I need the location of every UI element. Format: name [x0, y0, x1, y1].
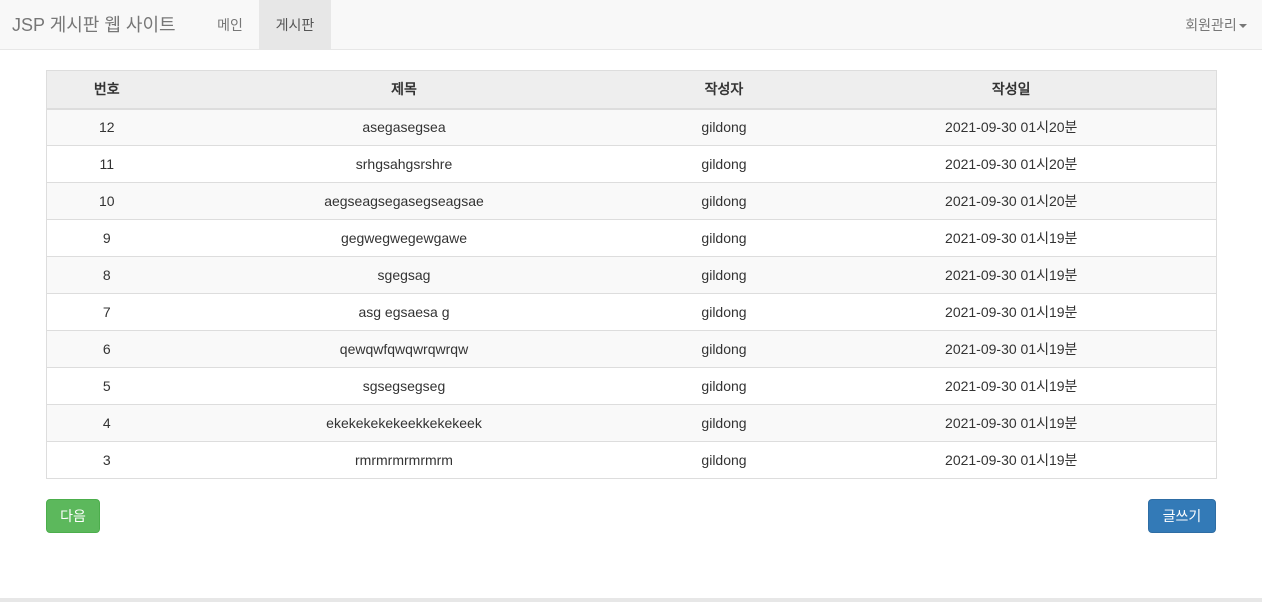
cell-author: gildong [641, 256, 807, 294]
cell-author: gildong [641, 108, 807, 146]
table-row: 8 sgegsag gildong 2021-09-30 01시19분 [46, 256, 1217, 294]
table-row: 4 ekekekekekeekkekekeek gildong 2021-09-30 … [46, 404, 1217, 442]
cell-date: 2021-09-30 01시20분 [806, 108, 1217, 146]
cell-number: 9 [46, 219, 167, 257]
cell-date: 2021-09-30 01시19분 [806, 367, 1217, 405]
cell-number: 10 [46, 182, 167, 220]
write-post-button[interactable]: 글쓰기 [1148, 499, 1216, 533]
header-date: 작성일 [806, 70, 1217, 110]
board-body: 12 asegasegsea gildong 2021-09-30 01시20분 11 s… [46, 108, 1217, 479]
table-row: 6 qewqwfqwqwrqwrqw gildong 2021-09-30 01시19… [46, 330, 1217, 368]
cell-number: 11 [46, 145, 167, 183]
table-row: 5 sgsegsegseg gildong 2021-09-30 01시19분 [46, 367, 1217, 405]
cell-number: 3 [46, 441, 167, 479]
cell-number: 6 [46, 330, 167, 368]
table-header-row: 번호 제목 작성자 작성일 [46, 70, 1217, 110]
cell-author: gildong [641, 182, 807, 220]
cell-author: gildong [641, 404, 807, 442]
table-row: 10 aegseagsegasegseagsae gildong 2021-09-30… [46, 182, 1217, 220]
table-row: 12 asegasegsea gildong 2021-09-30 01시20분 [46, 108, 1217, 146]
cell-date: 2021-09-30 01시19분 [806, 219, 1217, 257]
nav-main-link[interactable]: 메인 [201, 0, 259, 50]
bottom-divider [0, 598, 1262, 602]
cell-number: 7 [46, 293, 167, 331]
cell-number: 4 [46, 404, 167, 442]
cell-date: 2021-09-30 01시19분 [806, 404, 1217, 442]
cell-date: 2021-09-30 01시20분 [806, 182, 1217, 220]
header-author: 작성자 [641, 70, 807, 110]
header-title: 제목 [166, 70, 642, 110]
cell-number: 12 [46, 108, 167, 146]
member-dropdown-label: 회원관리 [1185, 17, 1237, 33]
cell-title-link[interactable]: rmrmrmrmrmrm [166, 441, 642, 479]
cell-number: 8 [46, 256, 167, 294]
cell-date: 2021-09-30 01시19분 [806, 293, 1217, 331]
cell-author: gildong [641, 293, 807, 331]
cell-title-link[interactable]: ekekekekekeekkekekeek [166, 404, 642, 442]
member-dropdown[interactable]: 회원관리 [1170, 0, 1262, 50]
cell-author: gildong [641, 219, 807, 257]
cell-title-link[interactable]: srhgsahgsrshre [166, 145, 642, 183]
cell-date: 2021-09-30 01시19분 [806, 256, 1217, 294]
next-page-button[interactable]: 다음 [46, 499, 100, 533]
cell-title-link[interactable]: qewqwfqwqwrqwrqw [166, 330, 642, 368]
caret-down-icon [1238, 24, 1247, 29]
table-row: 11 srhgsahgsrshre gildong 2021-09-30 01시20분 [46, 145, 1217, 183]
cell-date: 2021-09-30 01시19분 [806, 441, 1217, 479]
cell-title-link[interactable]: gegwegwegewgawe [166, 219, 642, 257]
cell-author: gildong [641, 330, 807, 368]
table-row: 3 rmrmrmrmrmrm gildong 2021-09-30 01시19분 [46, 441, 1217, 479]
cell-author: gildong [641, 145, 807, 183]
cell-author: gildong [641, 367, 807, 405]
table-row: 9 gegwegwegewgawe gildong 2021-09-30 01시19분 [46, 219, 1217, 257]
cell-date: 2021-09-30 01시19분 [806, 330, 1217, 368]
cell-author: gildong [641, 441, 807, 479]
cell-number: 5 [46, 367, 167, 405]
nav-board-link[interactable]: 게시판 [259, 0, 331, 50]
cell-date: 2021-09-30 01시20분 [806, 145, 1217, 183]
table-row: 7 asg egsaesa g gildong 2021-09-30 01시19분 [46, 293, 1217, 331]
site-brand[interactable]: JSP 게시판 웹 사이트 [12, 0, 176, 50]
top-navbar: JSP 게시판 웹 사이트 메인 게시판 회원관리 [0, 0, 1262, 50]
board-table: 번호 제목 작성자 작성일 12 asegasegsea gildong 2021-0… [46, 70, 1217, 479]
header-number: 번호 [46, 70, 167, 110]
cell-title-link[interactable]: sgegsag [166, 256, 642, 294]
cell-title-link[interactable]: sgsegsegseg [166, 367, 642, 405]
cell-title-link[interactable]: asg egsaesa g [166, 293, 642, 331]
cell-title-link[interactable]: aegseagsegasegseagsae [166, 182, 642, 220]
cell-title-link[interactable]: asegasegsea [166, 108, 642, 146]
